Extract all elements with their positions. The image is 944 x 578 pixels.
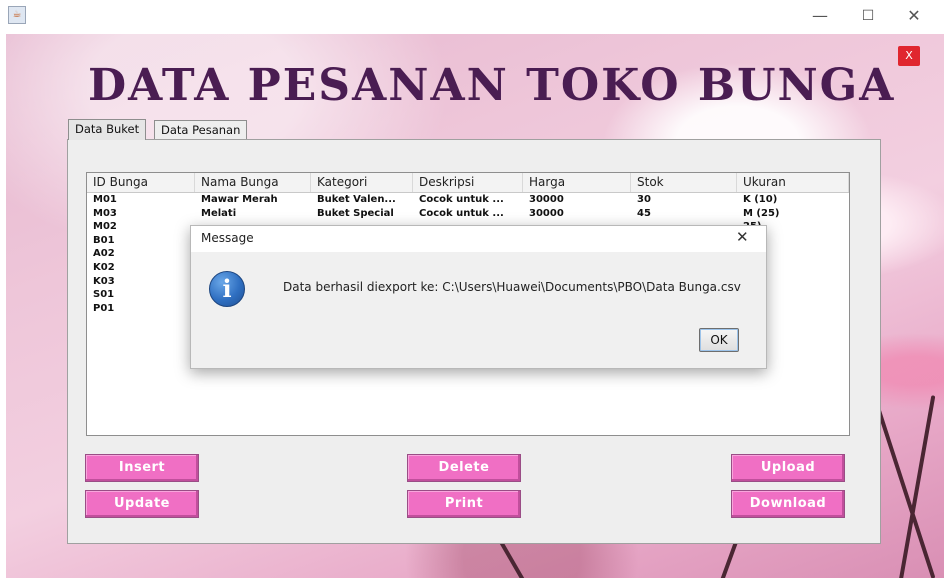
dialog-message: Data berhasil diexport ke: C:\Users\Huaw… [283, 280, 741, 294]
insert-button[interactable]: Insert [85, 454, 199, 482]
ok-button[interactable]: OK [699, 328, 739, 352]
column-header-ukuran[interactable]: Ukuran [737, 173, 849, 192]
app-close-button[interactable]: X [898, 46, 920, 66]
window-close-button[interactable]: ✕ [894, 4, 934, 28]
table-cell: 30000 [529, 194, 564, 205]
table-cell: M02 [93, 221, 117, 233]
info-icon: i [209, 271, 245, 307]
table-cell: 30000 [529, 207, 564, 219]
info-icon-glyph: i [222, 274, 232, 303]
message-dialog: Message ✕ i Data berhasil diexport ke: C… [190, 225, 767, 369]
column-header-deskripsi[interactable]: Deskripsi [413, 173, 523, 192]
print-button[interactable]: Print [407, 490, 521, 518]
column-header-stok[interactable]: Stok [631, 173, 737, 192]
table-cell: M (25) [743, 207, 780, 219]
column-header-nama-bunga[interactable]: Nama Bunga [195, 173, 311, 192]
table-cell: Cocok untuk ... [419, 207, 504, 219]
table-cell: M03 [93, 207, 117, 219]
maximize-button[interactable]: ☐ [848, 4, 888, 28]
dialog-close-button[interactable]: ✕ [736, 228, 749, 246]
table-cell: Buket Special [317, 207, 394, 219]
table-cell: A02 [93, 248, 115, 260]
column-header-id-bunga[interactable]: ID Bunga [87, 173, 195, 192]
table-row[interactable]: M01 Mawar Merah Buket Valen... Cocok untuk … [87, 193, 849, 206]
table-cell: K03 [93, 275, 115, 287]
tab-data-pesanan[interactable]: Data Pesanan [154, 120, 248, 140]
delete-button[interactable]: Delete [407, 454, 521, 482]
download-button[interactable]: Download [731, 490, 845, 518]
update-button[interactable]: Update [85, 490, 199, 518]
table-cell: 30 [637, 194, 651, 205]
table-cell: P01 [93, 302, 115, 314]
window-titlebar: ☕ — ☐ ✕ [0, 0, 944, 34]
table-cell: M01 [93, 194, 117, 205]
table-cell: Melati [201, 207, 237, 219]
table-cell: B01 [93, 234, 115, 246]
page-title: DATA PESANAN TOKO BUNGA [88, 60, 896, 111]
column-header-kategori[interactable]: Kategori [311, 173, 413, 192]
column-header-harga[interactable]: Harga [523, 173, 631, 192]
table-cell: Mawar Merah [201, 194, 278, 205]
table-header: ID Bunga Nama Bunga Kategori Deskripsi H… [87, 173, 849, 193]
table-row[interactable]: M03 Melati Buket Special Cocok untuk ... 300… [87, 207, 849, 220]
dialog-titlebar: Message ✕ [191, 226, 766, 252]
table-cell: Cocok untuk ... [419, 194, 504, 205]
table-cell: K02 [93, 262, 115, 273]
minimize-button[interactable]: — [800, 4, 840, 28]
table-cell: Buket Valen... [317, 194, 396, 205]
dialog-title: Message [201, 231, 254, 245]
java-app-icon[interactable]: ☕ [8, 6, 26, 24]
table-cell: S01 [93, 289, 115, 301]
table-cell: K (10) [743, 194, 778, 205]
table-cell: 45 [637, 207, 651, 219]
tab-data-buket[interactable]: Data Buket [68, 119, 147, 140]
upload-button[interactable]: Upload [731, 454, 845, 482]
